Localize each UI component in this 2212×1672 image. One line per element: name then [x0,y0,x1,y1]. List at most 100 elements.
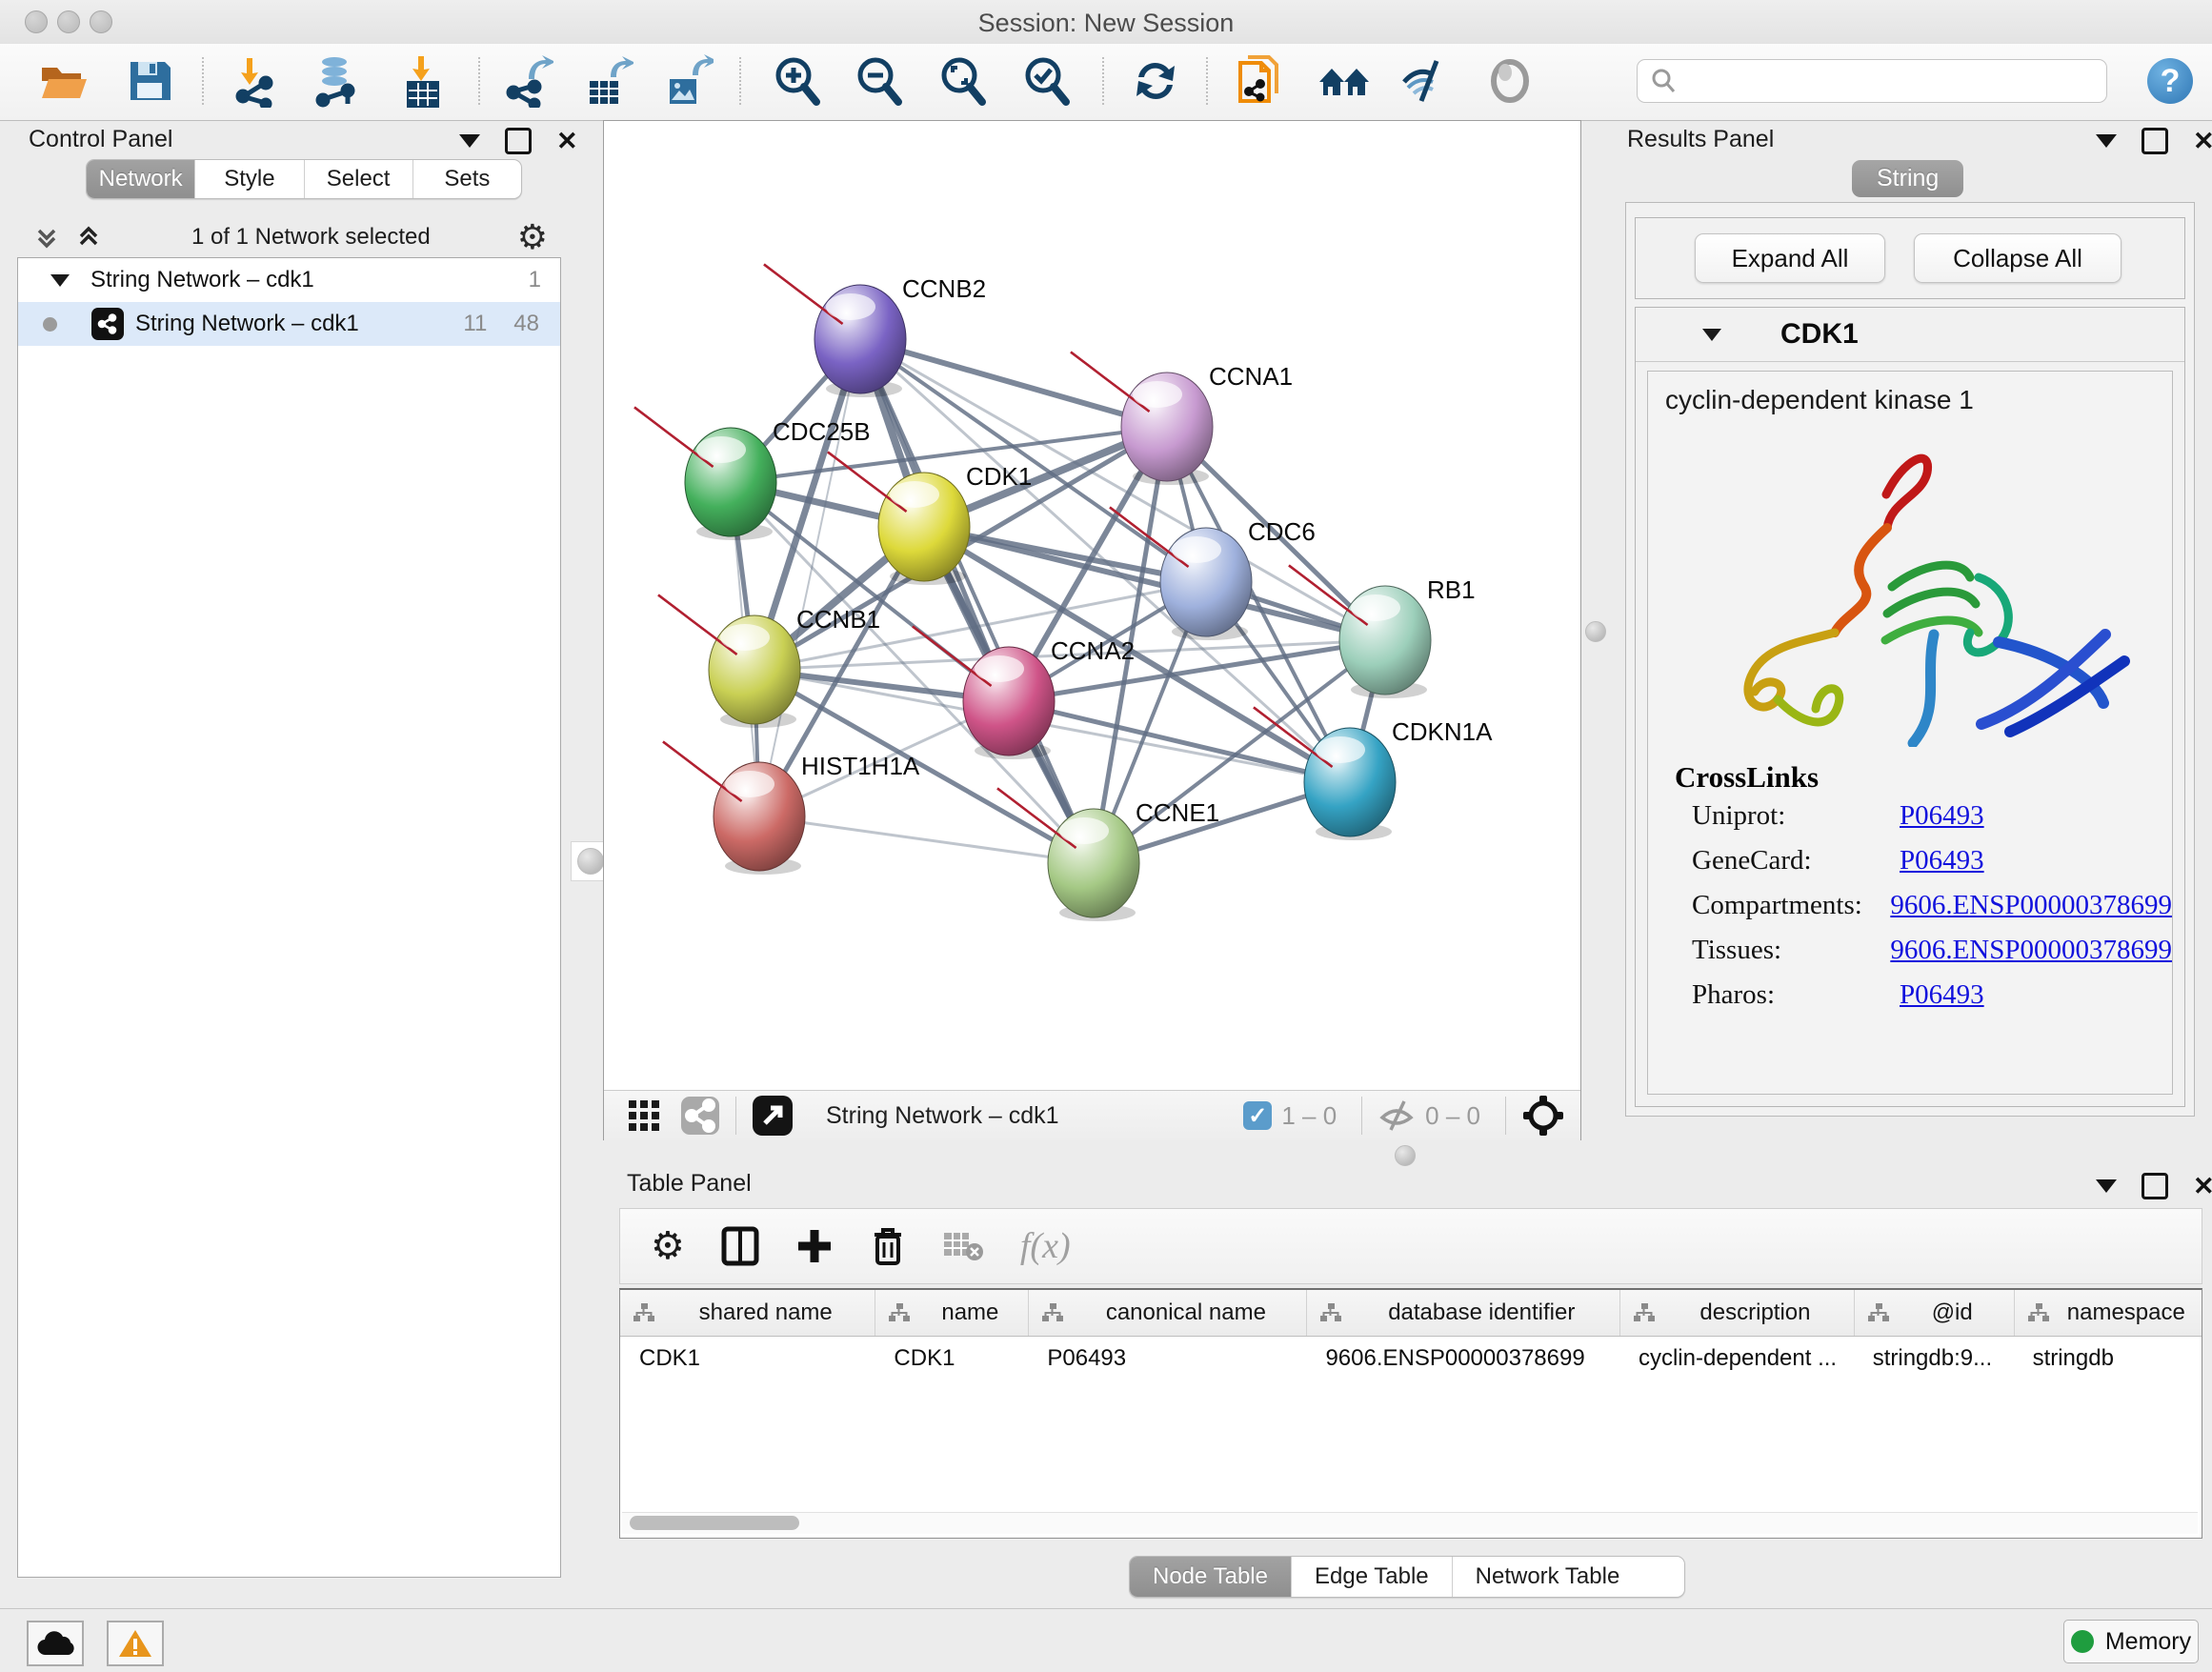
string-import-icon[interactable] [1233,53,1288,109]
results-tab-string[interactable]: String [1852,160,1963,197]
selection-status-text: 1 of 1 Network selected [105,224,517,251]
crosslink-link[interactable]: P06493 [1900,845,1984,876]
network-node-RB1[interactable]: RB1 [1289,566,1476,699]
network-edge[interactable] [860,339,1094,863]
crosslink-link[interactable]: 9606.ENSP00000378699 [1890,890,2172,921]
tab-select[interactable]: Select [304,160,412,198]
panel-float-icon[interactable] [2142,1173,2168,1199]
results-buttons-box: Expand All Collapse All [1635,217,2185,299]
tab-style[interactable]: Style [194,160,303,198]
table-cell[interactable]: cyclin-dependent ... [1619,1337,1854,1380]
grid-view-icon[interactable] [625,1097,663,1135]
column-header-namespace[interactable]: namespace [2014,1290,2202,1336]
crosslink-link[interactable]: P06493 [1900,979,1984,1011]
function-builder-icon[interactable]: f(x) [1020,1225,1071,1267]
right-splitter-handle[interactable] [1585,621,1606,642]
table-row[interactable]: CDK1CDK1P064939606.ENSP00000378699cyclin… [620,1337,2202,1380]
hide-panel-eye-icon[interactable] [1398,53,1454,109]
export-table-icon[interactable] [579,53,634,109]
show-columns-icon[interactable] [721,1226,759,1266]
network-edge[interactable] [860,339,1167,427]
tab-sets[interactable]: Sets [412,160,521,198]
presentation-sphere-icon[interactable] [1482,53,1538,109]
table-tabs: Node Table Edge Table Network Table [1129,1556,1685,1598]
add-column-icon[interactable] [795,1227,834,1265]
collapse-all-icon[interactable] [30,221,63,253]
network-row-selected[interactable]: String Network – cdk1 11 48 [18,302,560,346]
import-table-file-icon[interactable] [396,53,452,109]
collection-expand-icon[interactable] [50,274,70,287]
hidden-eye-icon[interactable] [1377,1097,1416,1135]
table-cell[interactable]: P06493 [1028,1337,1306,1380]
help-button[interactable]: ? [2147,58,2193,104]
gene-entry-header[interactable]: CDK1 [1636,308,2184,362]
cloud-icon [36,1630,74,1657]
import-network-database-icon[interactable] [309,53,364,109]
table-cell[interactable]: CDK1 [620,1337,875,1380]
crosslink-link[interactable]: 9606.ENSP00000378699 [1890,935,2172,966]
panel-close-icon[interactable]: ✕ [2193,1176,2212,1197]
network-options-gear-icon[interactable]: ⚙ [517,217,548,257]
table-cell[interactable]: stringdb:9... [1854,1337,2014,1380]
column-header-sharedname[interactable]: shared name [620,1290,875,1336]
export-network-icon[interactable] [499,53,554,109]
panel-menu-icon[interactable] [2096,134,2117,148]
search-input[interactable] [1637,59,2107,103]
network-node-CCNB2[interactable]: CCNB2 [764,265,986,398]
home-icon[interactable] [1317,53,1372,109]
table-cell[interactable]: stringdb [2014,1337,2202,1380]
share-view-icon[interactable] [680,1096,720,1136]
panel-float-icon[interactable] [505,128,532,154]
tab-node-table[interactable]: Node Table [1130,1557,1291,1597]
column-header-databaseidentifier[interactable]: database identifier [1306,1290,1619,1336]
table-cell[interactable]: 9606.ENSP00000378699 [1306,1337,1619,1380]
memory-button[interactable]: Memory [2063,1620,2199,1663]
table-horizontal-scrollbar[interactable] [622,1512,2198,1534]
zoom-out-icon[interactable] [852,53,907,109]
column-header-name[interactable]: name [875,1290,1028,1336]
delete-column-icon[interactable] [870,1225,906,1267]
network-edge[interactable] [759,339,860,816]
tab-edge-table[interactable]: Edge Table [1291,1557,1452,1597]
tab-network-table[interactable]: Network Table [1452,1557,1643,1597]
table-cell[interactable]: CDK1 [875,1337,1028,1380]
export-image-icon[interactable] [659,53,714,109]
birds-eye-crosshair-icon[interactable] [1521,1094,1565,1138]
open-in-window-icon[interactable] [752,1095,794,1137]
bottom-splitter-handle[interactable] [1395,1145,1416,1166]
scrollbar-thumb[interactable] [630,1516,799,1530]
panel-menu-icon[interactable] [2096,1179,2117,1193]
warning-button[interactable] [107,1621,164,1666]
selected-checkbox[interactable]: ✓ [1243,1101,1272,1130]
import-network-file-icon[interactable] [227,53,282,109]
column-header-canonicalname[interactable]: canonical name [1028,1290,1306,1336]
save-session-icon[interactable] [122,53,177,109]
zoom-selected-icon[interactable] [1019,53,1075,109]
panel-close-icon[interactable]: ✕ [2193,131,2212,151]
expand-all-icon[interactable] [72,221,105,253]
table-options-gear-icon[interactable]: ⚙ [651,1224,685,1268]
warning-icon [118,1628,152,1659]
network-collection-row[interactable]: String Network – cdk1 1 [18,258,560,302]
panel-float-icon[interactable] [2142,128,2168,154]
network-node-CDK1[interactable]: CDK1 [828,453,1032,586]
collapse-all-button[interactable]: Collapse All [1914,233,2122,283]
cloud-button[interactable] [27,1621,84,1666]
gene-collapse-icon[interactable] [1702,329,1721,341]
refresh-icon[interactable] [1128,53,1183,109]
main-toolbar: ? [0,44,2212,121]
table-panel-controls: ✕ [2096,1173,2212,1199]
tab-network[interactable]: Network [87,160,194,198]
open-session-icon[interactable] [36,53,91,109]
network-canvas[interactable]: CCNB2CCNA1CDC25BCDK1CDC6RB1CCNB1CCNA2CDK… [604,121,1580,1090]
crosslink-link[interactable]: P06493 [1900,800,1984,832]
delete-table-icon[interactable] [942,1229,984,1263]
zoom-fit-icon[interactable] [935,53,991,109]
panel-close-icon[interactable]: ✕ [556,131,578,151]
panel-menu-icon[interactable] [459,134,480,148]
expand-all-button[interactable]: Expand All [1695,233,1885,283]
column-header-description[interactable]: description [1619,1290,1854,1336]
column-header-id[interactable]: @id [1854,1290,2014,1336]
zoom-in-icon[interactable] [770,53,825,109]
network-node-CDC25B[interactable]: CDC25B [634,408,871,541]
